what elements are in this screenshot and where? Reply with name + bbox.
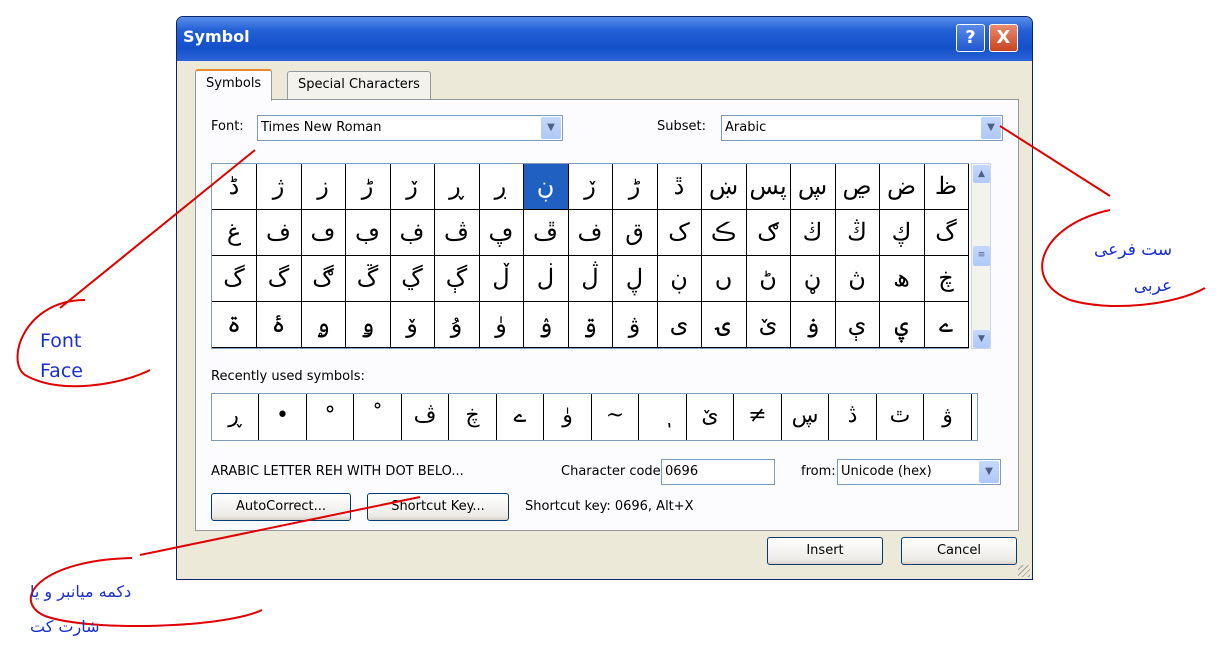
- annotation-text: شارت کت: [30, 617, 100, 636]
- annotation-text: عربی: [1133, 276, 1173, 296]
- annotation-line: [59, 149, 256, 309]
- annotation-subset: ست فرعی عربی: [1094, 240, 1172, 296]
- annotation-line: [16, 299, 151, 388]
- annotation-layer: [16, 125, 1206, 627]
- tab-symbols[interactable]: Symbols: [195, 69, 273, 101]
- annotation-shortcut: دکمه میانبر و یا شارت کت: [30, 582, 131, 636]
- annotation-text: دکمه میانبر و یا: [30, 582, 132, 601]
- annotation-line: [139, 496, 421, 556]
- annotation-font-face: Font Face: [40, 330, 83, 382]
- annotation-text: Face: [40, 360, 83, 382]
- annotation-line: [999, 125, 1111, 197]
- annotation-text: ست فرعی: [1094, 240, 1173, 260]
- annotation-text: Font: [40, 330, 82, 352]
